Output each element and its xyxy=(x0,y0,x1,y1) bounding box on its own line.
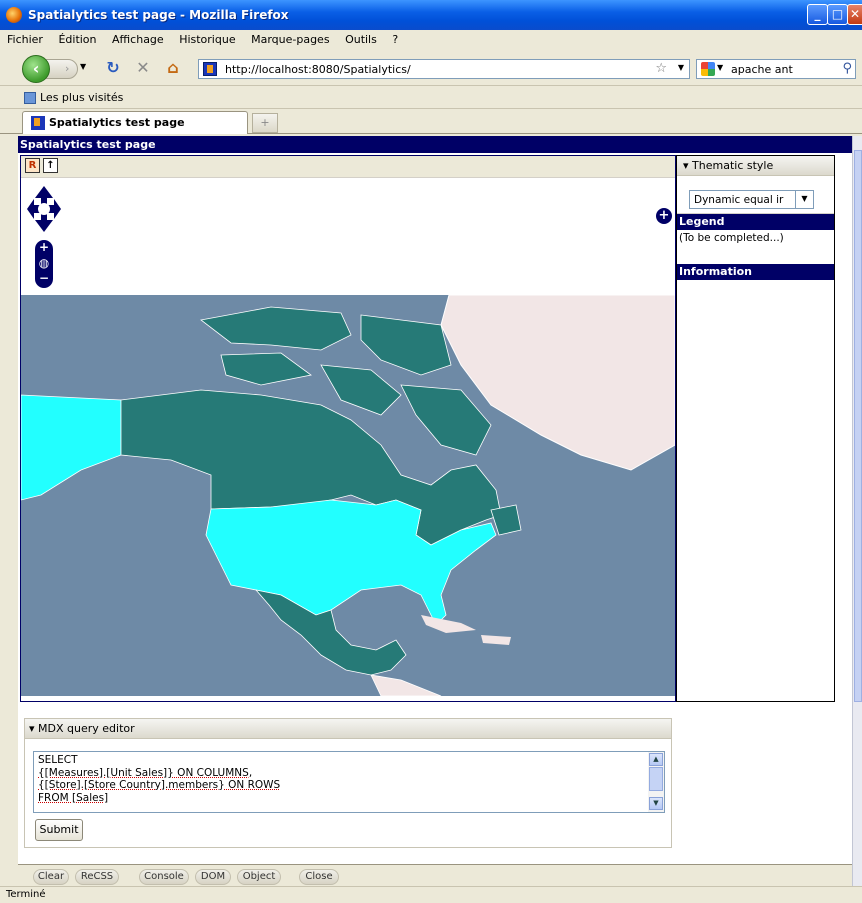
new-tab-button[interactable]: + xyxy=(252,113,278,133)
mdx-editor-title: MDX query editor xyxy=(38,722,135,735)
back-button[interactable]: ‹ xyxy=(22,55,50,83)
menu-historique[interactable]: Historique xyxy=(174,30,240,50)
clear-button[interactable]: Clear xyxy=(33,869,69,885)
expand-layers-button[interactable]: + xyxy=(656,208,672,224)
query-line: SELECT xyxy=(38,754,78,766)
title-bar: Spatialytics test page - Mozilla Firefox… xyxy=(0,0,862,30)
page-scroll-thumb[interactable] xyxy=(854,150,862,702)
firebug-lite-bar: Clear ReCSS Console DOM Object Close xyxy=(18,864,852,886)
window-title: Spatialytics test page - Mozilla Firefox xyxy=(28,8,289,22)
history-dropdown-icon[interactable]: ▼ xyxy=(80,62,86,71)
thematic-style-body: Dynamic equal ir ▼ xyxy=(677,176,834,214)
search-bar[interactable]: ▼ apache ant ⚲ xyxy=(696,59,856,79)
map-viewport[interactable]: R ↑ + ◍ − + xyxy=(20,155,676,702)
layer-switcher-icon[interactable]: R xyxy=(25,158,40,173)
object-button[interactable]: Object xyxy=(237,869,281,885)
menu-edition[interactable]: Édition xyxy=(53,30,101,50)
tab-label: Spatialytics test page xyxy=(49,116,185,129)
bookmarks-toolbar: Les plus visités xyxy=(0,87,862,109)
forward-button[interactable]: › xyxy=(46,59,78,79)
thematic-style-header[interactable]: ▾ Thematic style xyxy=(677,156,834,176)
maximize-button[interactable]: □ xyxy=(827,4,848,25)
chevron-down-icon[interactable]: ▼ xyxy=(795,191,813,208)
bookmark-star-icon[interactable]: ☆ xyxy=(655,61,667,76)
reload-icon[interactable]: ↻ xyxy=(104,59,122,77)
mdx-query-textarea[interactable]: SELECT {[Measures].[Unit Sales]} ON COLU… xyxy=(33,751,665,813)
zoom-in-button[interactable]: + xyxy=(35,240,53,254)
console-button[interactable]: Console xyxy=(139,869,189,885)
query-line: FROM [Sales] xyxy=(38,791,109,804)
search-input[interactable]: apache ant xyxy=(731,63,793,76)
zoom-control: + ◍ − xyxy=(35,240,53,288)
query-line: {[Measures].[Unit Sales]} ON COLUMNS, xyxy=(38,766,253,779)
tab-spatialytics[interactable]: Spatialytics test page xyxy=(22,111,248,134)
thematic-style-value: Dynamic equal ir xyxy=(694,194,784,206)
engine-dropdown-icon[interactable]: ▼ xyxy=(717,63,723,72)
legend-text: (To be completed...) xyxy=(679,232,784,244)
menu-marque-pages[interactable]: Marque-pages xyxy=(246,30,334,50)
side-panel: ▾ Thematic style Dynamic equal ir ▼ Lege… xyxy=(676,155,835,702)
map-canvas[interactable] xyxy=(21,295,675,696)
close-button[interactable]: Close xyxy=(299,869,339,885)
mdx-query-editor: ▾ MDX query editor SELECT {[Measures].[U… xyxy=(24,718,672,848)
information-header: Information xyxy=(677,264,834,280)
page-scrollbar[interactable] xyxy=(852,136,862,886)
scroll-down-icon[interactable]: ▼ xyxy=(649,797,663,810)
pan-control[interactable] xyxy=(27,186,61,232)
site-favicon-icon xyxy=(203,62,217,76)
menu-help[interactable]: ? xyxy=(387,30,403,50)
thematic-style-title: Thematic style xyxy=(692,159,774,172)
map-toolbar: R ↑ xyxy=(21,156,675,178)
search-icon[interactable]: ⚲ xyxy=(842,61,852,76)
query-line: {[Store].[Store Country].members} ON ROW… xyxy=(38,779,281,791)
url-dropdown-icon[interactable]: ▼ xyxy=(678,63,684,72)
recss-button[interactable]: ReCSS xyxy=(75,869,119,885)
page-content: Spatialytics test page R ↑ + ◍ − + ▾ The… xyxy=(18,136,852,886)
minimize-button[interactable]: _ xyxy=(807,4,828,25)
world-map xyxy=(21,295,675,696)
status-bar: Terminé xyxy=(0,886,862,903)
scroll-thumb[interactable] xyxy=(649,767,663,791)
zoom-out-button[interactable]: − xyxy=(35,272,53,286)
legend-header: Legend xyxy=(677,214,834,230)
navigation-toolbar: › ‹ ▼ ↻ ✕ ⌂ http://localhost:8080/Spatia… xyxy=(0,50,862,86)
bookmark-folder-icon xyxy=(24,92,36,104)
scroll-up-icon[interactable]: ▲ xyxy=(649,753,663,766)
query-scrollbar[interactable]: ▲ ▼ xyxy=(648,752,664,812)
url-bar[interactable]: http://localhost:8080/Spatialytics/ ☆ ▼ xyxy=(198,59,690,79)
zoom-world-icon[interactable]: ◍ xyxy=(35,254,53,272)
mdx-editor-header[interactable]: ▾ MDX query editor xyxy=(25,719,671,739)
tab-bar: Spatialytics test page + xyxy=(0,110,862,134)
firefox-window: Spatialytics test page - Mozilla Firefox… xyxy=(0,0,862,903)
bookmark-most-visited[interactable]: Les plus visités xyxy=(40,91,123,104)
menu-bar: Fichier Édition Affichage Historique Mar… xyxy=(0,30,862,50)
close-window-button[interactable]: ✕ xyxy=(847,4,862,25)
menu-fichier[interactable]: Fichier xyxy=(2,30,48,50)
menu-affichage[interactable]: Affichage xyxy=(107,30,169,50)
tab-favicon-icon xyxy=(31,116,45,130)
page-title: Spatialytics test page xyxy=(18,136,852,153)
dom-button[interactable]: DOM xyxy=(195,869,231,885)
home-icon[interactable]: ⌂ xyxy=(164,59,182,77)
firefox-logo-icon xyxy=(6,7,22,23)
submit-button[interactable]: Submit xyxy=(35,819,83,841)
url-text: http://localhost:8080/Spatialytics/ xyxy=(225,63,411,76)
up-arrow-icon[interactable]: ↑ xyxy=(43,158,58,173)
google-engine-icon[interactable] xyxy=(701,62,715,76)
thematic-style-select[interactable]: Dynamic equal ir ▼ xyxy=(689,190,814,209)
stop-icon[interactable]: ✕ xyxy=(134,59,152,77)
menu-outils[interactable]: Outils xyxy=(340,30,382,50)
